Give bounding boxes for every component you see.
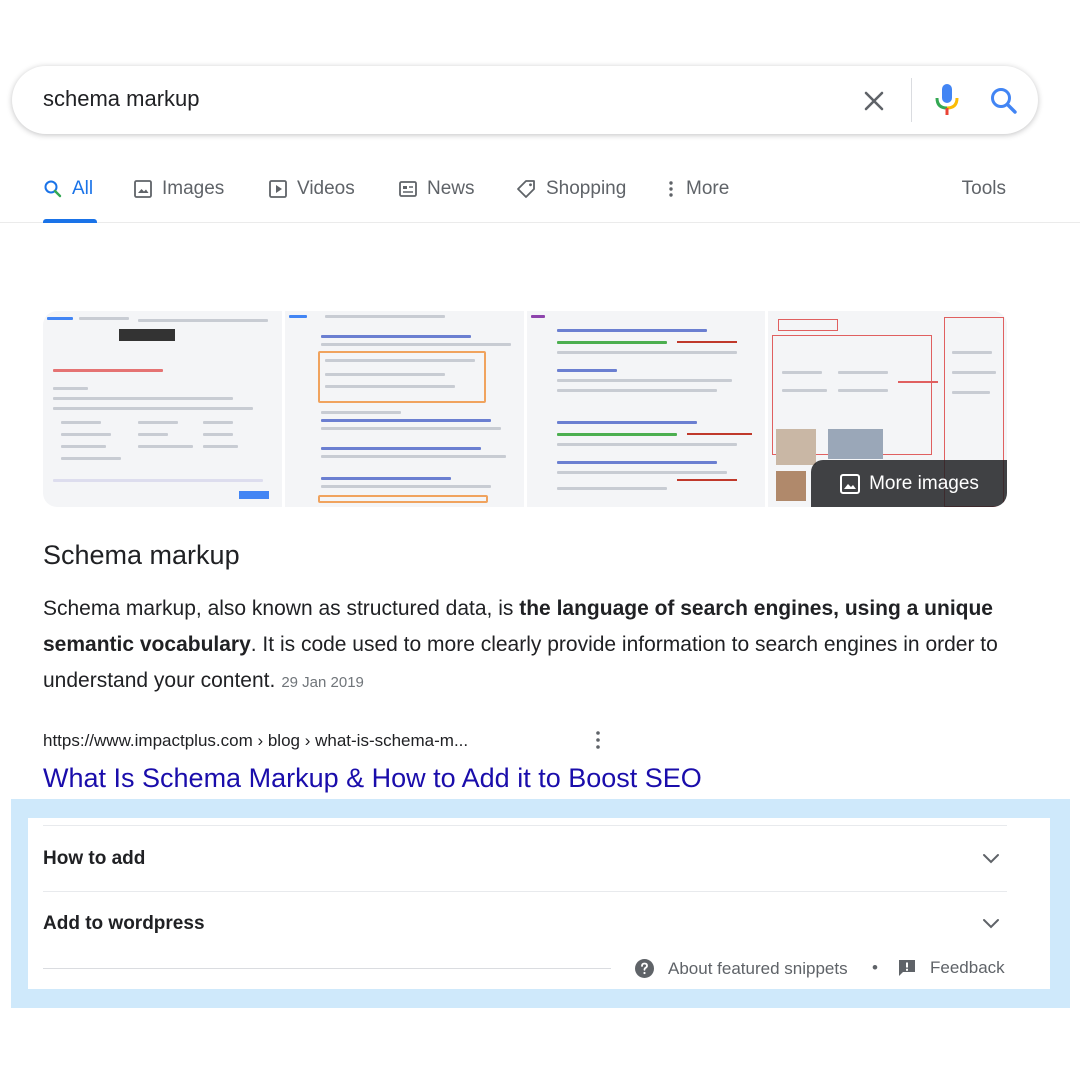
accordion-item-how-to-add[interactable]: How to add: [43, 826, 1007, 890]
search-tabs: All Images Videos News Shopping More Too…: [0, 160, 1080, 223]
tab-more[interactable]: More: [665, 178, 729, 200]
play-icon: [269, 180, 287, 198]
chevron-down-icon: [981, 913, 1001, 938]
help-icon: [635, 959, 654, 978]
active-tab-indicator: [43, 219, 97, 223]
tab-label: More: [686, 178, 730, 199]
image-thumbnail[interactable]: More images: [768, 311, 1007, 507]
accordion-label: How to add: [43, 848, 146, 869]
snippet-text-start: Schema markup, also known as structured …: [43, 597, 520, 620]
tab-all[interactable]: All: [43, 178, 93, 200]
tab-images[interactable]: Images: [133, 178, 224, 200]
feedback-label: Feedback: [930, 958, 1005, 977]
snippet-text: Schema markup, also known as structured …: [43, 591, 1003, 701]
snippet-title: Schema markup: [43, 540, 240, 570]
feedback-icon: [899, 960, 915, 976]
microphone-icon[interactable]: [931, 82, 963, 118]
search-input[interactable]: schema markup: [43, 86, 200, 112]
accordion-item-add-to-wordpress[interactable]: Add to wordpress: [43, 891, 1007, 955]
clear-icon[interactable]: [859, 86, 889, 116]
about-featured-snippets-link[interactable]: About featured snippets: [634, 958, 848, 979]
search-divider: [911, 78, 912, 122]
accordion-label: Add to wordpress: [43, 913, 205, 934]
footer-divider: [43, 968, 611, 969]
tab-label: Images: [162, 178, 225, 199]
about-featured-snippets-label: About featured snippets: [668, 958, 848, 978]
tab-label: Shopping: [546, 178, 627, 199]
more-images-label: More images: [869, 472, 979, 494]
more-vert-icon[interactable]: [590, 728, 606, 752]
result-title-link[interactable]: What Is Schema Markup & How to Add it to…: [43, 763, 702, 794]
news-icon: [399, 181, 417, 197]
tab-news[interactable]: News: [398, 178, 475, 200]
tools-button[interactable]: Tools: [962, 178, 1006, 200]
search-icon: [44, 180, 62, 198]
tab-label: News: [427, 178, 475, 199]
result-url[interactable]: https://www.impactplus.com › blog › what…: [43, 731, 468, 751]
tab-videos[interactable]: Videos: [268, 178, 355, 200]
footer-separator: •: [872, 958, 878, 977]
search-bar[interactable]: schema markup: [12, 66, 1038, 134]
image-thumbnail[interactable]: [284, 311, 524, 507]
snippet-date: 29 Jan 2019: [281, 674, 364, 691]
image-icon: [134, 180, 152, 198]
more-images-button[interactable]: More images: [811, 460, 1007, 507]
image-thumbnail[interactable]: [526, 311, 766, 507]
tab-label: Videos: [297, 178, 355, 199]
image-carousel: More images: [43, 311, 1007, 507]
tab-shopping[interactable]: Shopping: [515, 178, 626, 200]
image-icon: [840, 473, 861, 494]
search-icon[interactable]: [987, 84, 1021, 118]
feedback-link[interactable]: Feedback: [898, 958, 1005, 978]
tab-label: All: [72, 178, 94, 199]
chevron-down-icon: [981, 848, 1001, 873]
more-vert-icon: [669, 181, 673, 197]
tag-icon: [517, 180, 535, 198]
image-thumbnail[interactable]: [43, 311, 282, 507]
